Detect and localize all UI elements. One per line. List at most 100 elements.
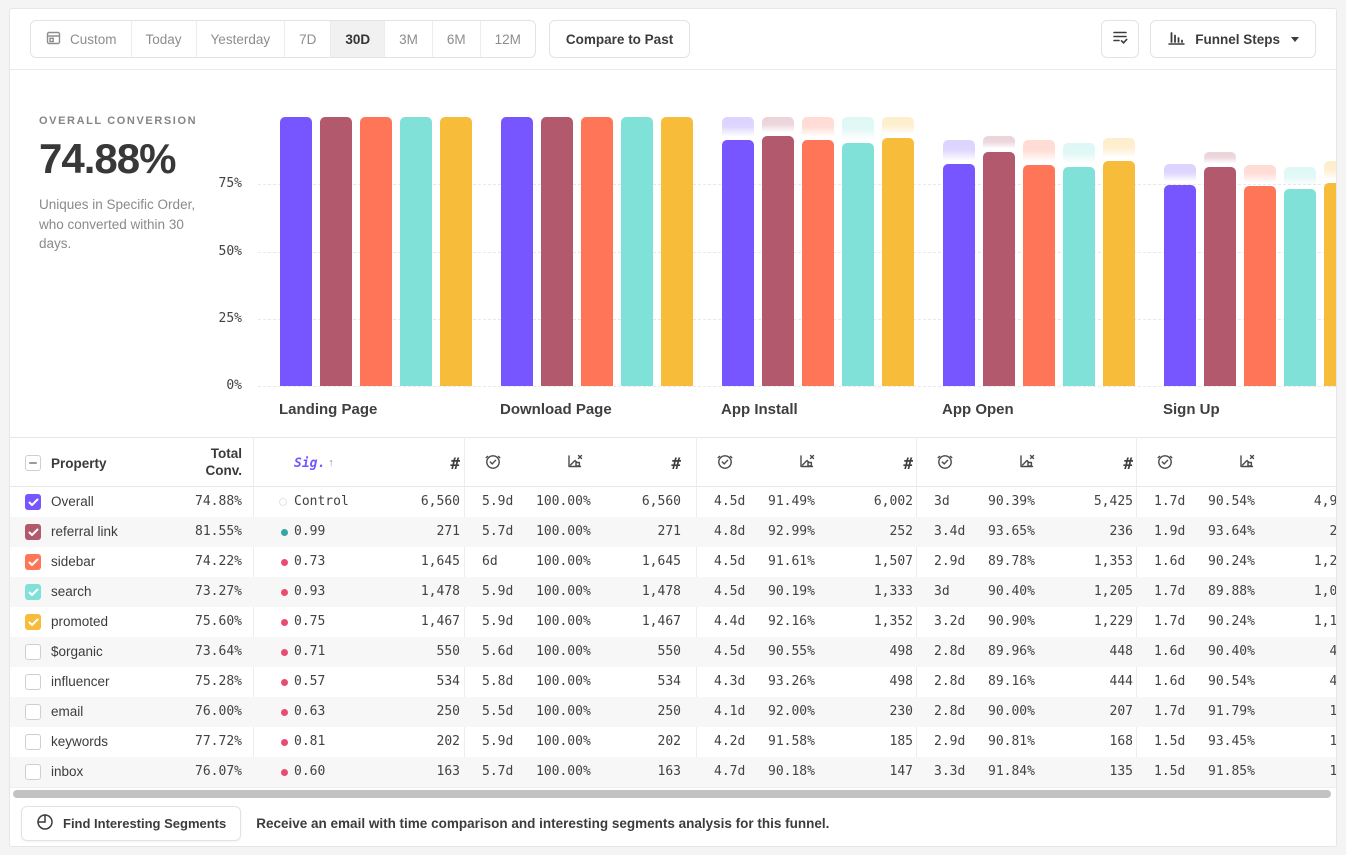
funnel-bar-promoted-App-Install[interactable]: [882, 138, 914, 386]
compare-to-past-button[interactable]: Compare to Past: [549, 20, 690, 58]
select-all-checkbox[interactable]: [25, 455, 41, 471]
table-row-overall[interactable]: Overall74.88%Control6,5605.9d100.00%6,56…: [10, 487, 1336, 517]
entry-count-column-header[interactable]: #: [400, 438, 460, 488]
funnel-bar-sidebar-Landing-Page[interactable]: [360, 117, 392, 386]
time-to-convert-column-header-step4[interactable]: [1156, 438, 1174, 488]
table-row-keywords[interactable]: keywords77.72%0.812025.9d100.00%2024.2d9…: [10, 727, 1336, 757]
table-row-referral-link[interactable]: referral link81.55%0.992715.7d100.00%271…: [10, 517, 1336, 547]
funnel-bar-promoted-App-Open[interactable]: [1103, 161, 1135, 386]
table-row-$organic[interactable]: $organic73.64%0.715505.6d100.00%5504.5d9…: [10, 637, 1336, 667]
count-column-header-step1[interactable]: #: [621, 438, 681, 488]
date-range-30d[interactable]: 30D: [331, 21, 385, 57]
total-conversion-value: 74.22%: [160, 547, 242, 577]
funnel-bar-sidebar-Sign-Up[interactable]: [1244, 186, 1276, 386]
row-checkbox-search[interactable]: [25, 584, 41, 600]
conversion-rate-column-header-step3[interactable]: [1018, 438, 1037, 488]
funnel-bar-Overall-Landing-Page[interactable]: [280, 117, 312, 386]
row-checkbox-email[interactable]: [25, 704, 41, 720]
funnel-bar-sidebar-App-Install[interactable]: [802, 140, 834, 386]
funnel-bar-referral-link-App-Install[interactable]: [762, 136, 794, 386]
table-row-search[interactable]: search73.27%0.931,4785.9d100.00%1,4784.5…: [10, 577, 1336, 607]
time-to-convert-column-header-step2[interactable]: [716, 438, 734, 488]
table-row-email[interactable]: email76.00%0.632505.5d100.00%2504.1d92.0…: [10, 697, 1336, 727]
row-checkbox-inbox[interactable]: [25, 764, 41, 780]
date-range-3m[interactable]: 3M: [385, 21, 433, 57]
find-interesting-segments-button[interactable]: Find Interesting Segments: [21, 806, 241, 841]
date-range-12m[interactable]: 12M: [481, 21, 535, 57]
row-checkbox-$organic[interactable]: [25, 644, 41, 660]
conversion-rate-column-header-step1[interactable]: [566, 438, 585, 488]
sig-dot-icon: [281, 739, 288, 746]
funnel-bar-promoted-Landing-Page[interactable]: [440, 117, 472, 386]
table-row-influencer[interactable]: influencer75.28%0.575345.8d100.00%5344.3…: [10, 667, 1336, 697]
funnel-bar-Overall-App-Open[interactable]: [943, 164, 975, 386]
date-range-6m[interactable]: 6M: [433, 21, 481, 57]
count-column-header-step3[interactable]: #: [1073, 438, 1133, 488]
count-column-header-step2[interactable]: #: [853, 438, 913, 488]
time-to-convert-column-header-step3[interactable]: [936, 438, 954, 488]
funnel-bar-Overall-Sign-Up[interactable]: [1164, 185, 1196, 386]
funnel-bar-promoted-Download-Page[interactable]: [661, 117, 693, 386]
total-conversion-value: 77.72%: [160, 727, 242, 757]
bar-dropoff-ghost: [1204, 152, 1236, 163]
funnel-bar-search-Download-Page[interactable]: [621, 117, 653, 386]
step-time-value: 5.8d: [482, 667, 513, 697]
funnel-bar-promoted-Sign-Up[interactable]: [1324, 183, 1337, 386]
step-count-value: 6,560: [561, 487, 681, 517]
time-to-convert-column-header-step1[interactable]: [484, 438, 502, 488]
row-checkbox-influencer[interactable]: [25, 674, 41, 690]
list-check-button[interactable]: [1101, 20, 1139, 58]
row-checkbox-overall[interactable]: [25, 494, 41, 510]
date-range-today[interactable]: Today: [132, 21, 197, 57]
funnel-bar-Overall-App-Install[interactable]: [722, 140, 754, 386]
funnel-bar-search-Landing-Page[interactable]: [400, 117, 432, 386]
row-checkbox-promoted[interactable]: [25, 614, 41, 630]
funnel-bar-search-App-Open[interactable]: [1063, 167, 1095, 386]
property-column-header: Property: [51, 438, 107, 488]
chart-dropoff-icon: [798, 452, 817, 475]
sig-value: 0.60: [294, 757, 325, 787]
funnel-bar-Overall-Download-Page[interactable]: [501, 117, 533, 386]
funnel-bar-sidebar-App-Open[interactable]: [1023, 165, 1055, 386]
count-column-header-step4[interactable]: #: [1293, 438, 1337, 488]
step-time-value: 4.5d: [714, 487, 745, 517]
step-count-value: 236: [1013, 517, 1133, 547]
sig-value: 0.57: [294, 667, 325, 697]
step-time-value: 1.9d: [1154, 517, 1185, 547]
funnel-steps-dropdown[interactable]: Funnel Steps: [1150, 20, 1316, 58]
table-row-inbox[interactable]: inbox76.07%0.601635.7d100.00%1634.7d90.1…: [10, 757, 1336, 787]
table-row-sidebar[interactable]: sidebar74.22%0.731,6456d100.00%1,6454.5d…: [10, 547, 1336, 577]
date-range-label: 7D: [299, 32, 316, 47]
table-row-promoted[interactable]: promoted75.60%0.751,4675.9d100.00%1,4674…: [10, 607, 1336, 637]
funnel-bar-referral-link-Sign-Up[interactable]: [1204, 167, 1236, 386]
bar-dropoff-ghost: [802, 117, 834, 136]
step-time-value: 5.7d: [482, 517, 513, 547]
row-checkbox-keywords[interactable]: [25, 734, 41, 750]
funnel-bar-search-App-Install[interactable]: [842, 143, 874, 386]
funnel-bar-sidebar-Download-Page[interactable]: [581, 117, 613, 386]
horizontal-scrollbar-thumb[interactable]: [13, 790, 1331, 798]
funnel-bar-referral-link-App-Open[interactable]: [983, 152, 1015, 386]
total-conversion-value: 75.60%: [160, 607, 242, 637]
date-range-custom[interactable]: Custom: [31, 21, 132, 57]
step-time-value: 1.6d: [1154, 547, 1185, 577]
property-name: promoted: [51, 607, 108, 637]
funnel-bar-referral-link-Landing-Page[interactable]: [320, 117, 352, 386]
sig-dot-icon: [281, 619, 288, 626]
step-time-value: 3.2d: [934, 607, 965, 637]
step-label-app-open: App Open: [942, 401, 1014, 418]
row-checkbox-referral-link[interactable]: [25, 524, 41, 540]
conversion-rate-column-header-step2[interactable]: [798, 438, 817, 488]
step-label-app-install: App Install: [721, 401, 798, 418]
row-checkbox-sidebar[interactable]: [25, 554, 41, 570]
step-count-value: 124: [1233, 757, 1337, 787]
funnel-bar-search-Sign-Up[interactable]: [1284, 189, 1316, 386]
date-range-yesterday[interactable]: Yesterday: [197, 21, 286, 57]
step-count-value: 230: [793, 697, 913, 727]
sig-column-header[interactable]: Sig.↑: [294, 438, 334, 488]
property-name: sidebar: [51, 547, 95, 577]
date-range-7d[interactable]: 7D: [285, 21, 331, 57]
entry-count-value: 271: [340, 517, 460, 547]
conversion-rate-column-header-step4[interactable]: [1238, 438, 1257, 488]
funnel-bar-referral-link-Download-Page[interactable]: [541, 117, 573, 386]
